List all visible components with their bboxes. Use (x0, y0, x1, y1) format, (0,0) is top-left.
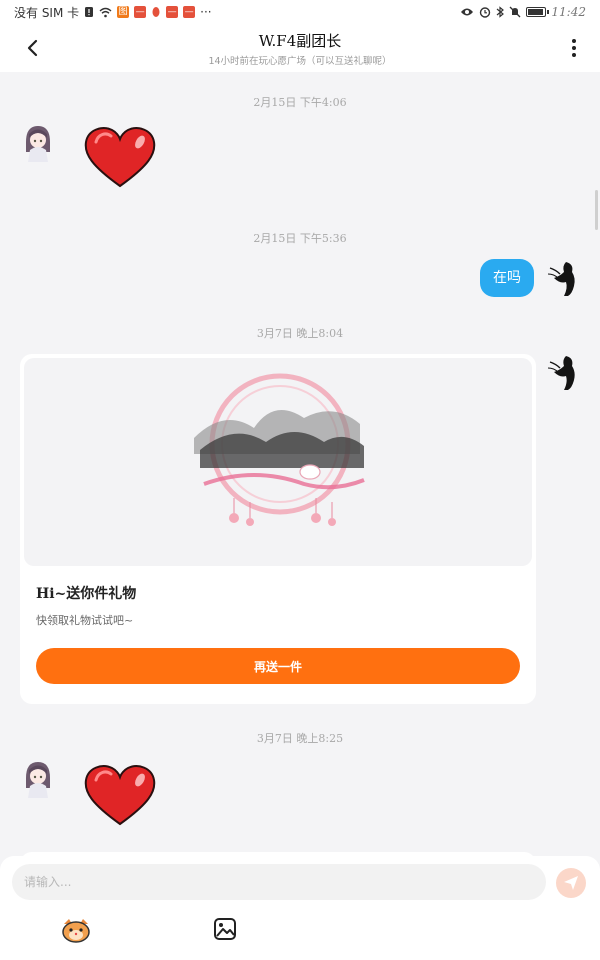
status-right: 11:42 (460, 5, 586, 19)
alarm-icon (480, 7, 491, 18)
online-status-subtitle: 14小时前在玩心愿广场（可以互送礼聊呢） (208, 56, 392, 67)
title-area: W.F4副团长 14小时前在玩心愿广场（可以互送礼聊呢） (0, 30, 600, 67)
vertical-dots-icon (572, 46, 576, 50)
message-timestamp: 3月7日 晚上8:04 (256, 327, 344, 340)
vertical-dots-icon (572, 53, 576, 57)
page-title: W.F4副团长 (258, 32, 342, 50)
app-dot-icon (152, 7, 160, 17)
heart-sticker[interactable] (82, 762, 158, 828)
app-badge-icon: — (166, 6, 179, 18)
message-input[interactable] (12, 864, 546, 900)
gift-image (24, 358, 532, 566)
chat-message-list[interactable]: 2月15日 下午4:06 2月15日 下午5:36 在吗 3月7日 晚上8:04 (0, 72, 600, 860)
battery-icon (526, 7, 550, 17)
send-another-gift-button[interactable]: 再送一件 (36, 648, 520, 684)
status-left: 没有 SIM 卡 图 — — — ··· (14, 4, 212, 21)
image-picker-button[interactable] (212, 916, 238, 942)
image-icon (214, 918, 236, 940)
status-bar: 没有 SIM 卡 图 — — — ··· 11:42 (0, 0, 600, 24)
red-heart-icon (84, 765, 156, 826)
eye-icon (461, 8, 474, 16)
ink-silhouette-avatar-icon (544, 258, 584, 298)
sim-status-text: 没有 SIM 卡 (14, 5, 80, 20)
gift-card[interactable]: Hi~送你件礼物 快领取礼物试试吧~ 再送一件 (20, 354, 536, 704)
red-heart-icon (84, 127, 156, 188)
message-timestamp: 3月7日 晚上8:25 (256, 732, 344, 745)
input-bar (0, 856, 600, 960)
ink-silhouette-avatar-icon (544, 352, 584, 392)
avatar-me[interactable] (544, 352, 584, 392)
message-bubble-me[interactable]: 在吗 (480, 259, 534, 297)
chat-header: W.F4副团长 14小时前在玩心愿广场（可以互送礼聊呢） (0, 24, 600, 72)
more-dots-icon: ··· (200, 5, 212, 19)
app-badge-icon: — (134, 6, 147, 18)
gift-description: 快领取礼物试试吧~ (36, 614, 134, 627)
vertical-dots-icon (572, 39, 576, 43)
anime-girl-avatar-icon (18, 758, 58, 798)
more-options-button[interactable] (560, 34, 588, 62)
ink-landscape-gift-icon (194, 373, 365, 526)
emoji-mascot-button[interactable] (60, 916, 92, 944)
send-icon (564, 876, 578, 890)
scrollbar-thumb[interactable] (595, 190, 598, 230)
status-time: 11:42 (551, 5, 586, 19)
bluetooth-icon (497, 6, 505, 18)
avatar-other[interactable] (18, 122, 58, 162)
emoji-mascot-icon (62, 919, 90, 943)
app-badge-icon: — (183, 6, 196, 18)
app-badge-icon: 图 (117, 6, 130, 18)
wifi-icon (99, 7, 112, 17)
message-timestamp: 2月15日 下午5:36 (253, 232, 347, 245)
send-button[interactable] (556, 868, 586, 898)
anime-girl-avatar-icon (18, 122, 58, 162)
sim-alert-icon (85, 7, 94, 17)
avatar-me[interactable] (544, 258, 584, 298)
gift-title: Hi~送你件礼物 (36, 586, 137, 602)
mute-icon (509, 6, 521, 18)
message-timestamp: 2月15日 下午4:06 (253, 96, 347, 109)
heart-sticker[interactable] (82, 124, 158, 190)
avatar-other[interactable] (18, 758, 58, 798)
